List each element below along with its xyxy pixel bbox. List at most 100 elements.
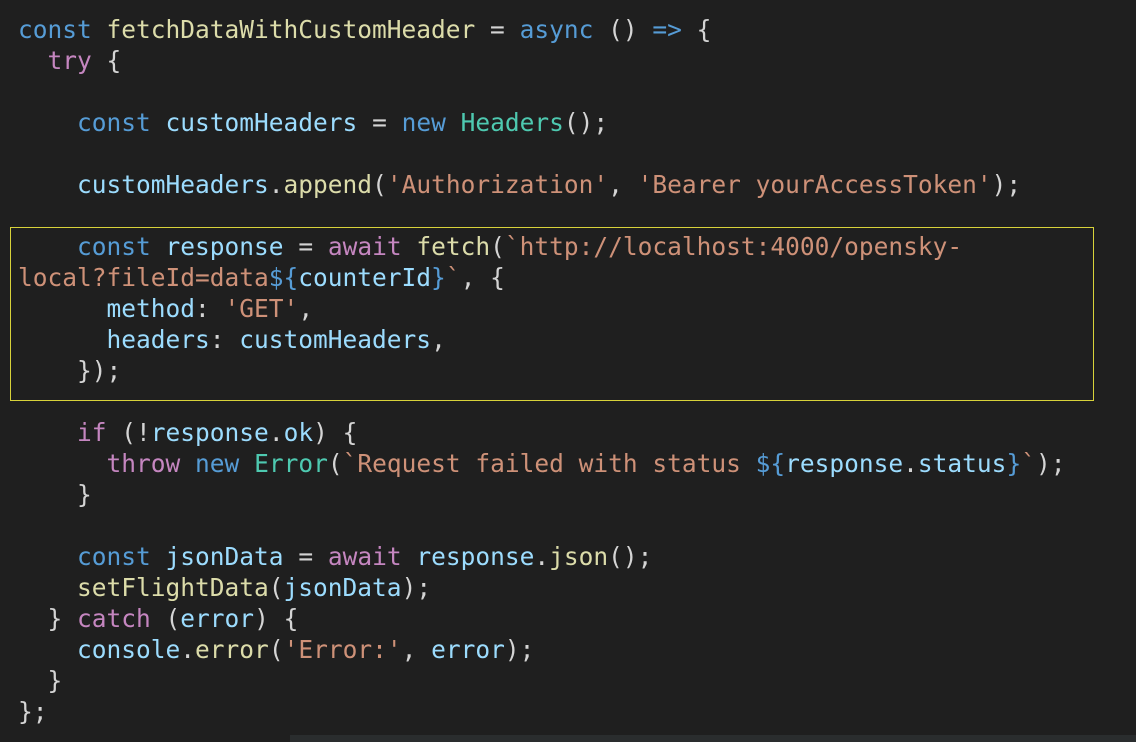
code-token: ) { <box>313 418 358 447</box>
code-token: Error <box>254 449 328 478</box>
code-token: `Request failed with status <box>342 449 756 478</box>
code-token: ); <box>991 170 1022 199</box>
code-token: await <box>327 542 402 571</box>
code-token: jsonData <box>283 573 402 602</box>
code-token: ( <box>327 449 343 478</box>
code-line: } catch (error) { <box>18 603 1065 634</box>
code-line: const customHeaders = new Headers(); <box>18 107 1065 138</box>
code-token: ) { <box>254 604 299 633</box>
code-token: async <box>519 15 594 44</box>
code-token: customHeaders <box>165 108 358 137</box>
code-token: (! <box>106 418 151 447</box>
code-token: (); <box>608 542 653 571</box>
code-token: } <box>431 263 446 292</box>
code-token: () <box>593 15 653 44</box>
code-token: customHeaders <box>239 325 432 354</box>
code-token: }; <box>18 697 48 726</box>
code-token: catch <box>77 604 151 633</box>
code-token: ( <box>372 170 387 199</box>
code-token: 'Bearer yourAccessToken' <box>637 170 992 199</box>
code-token: = <box>357 108 402 137</box>
code-token: ( <box>268 635 284 664</box>
code-token: 'Error:' <box>283 635 402 664</box>
code-line: } <box>18 665 1065 696</box>
code-token: fetch <box>416 232 491 261</box>
code-token: json <box>549 542 609 571</box>
code-token: ( <box>490 232 505 261</box>
code-token: 'Authorization' <box>386 170 609 199</box>
code-token: throw <box>106 449 181 478</box>
code-token: ( <box>268 573 284 602</box>
code-token: ); <box>401 573 432 602</box>
code-editor[interactable]: const fetchDataWithCustomHeader = async … <box>0 0 1136 742</box>
code-token: const <box>77 542 151 571</box>
code-token: headers <box>106 325 210 354</box>
code-token: { <box>681 15 712 44</box>
code-token: ${ <box>755 449 786 478</box>
code-token: } <box>18 604 78 633</box>
code-token: response <box>150 418 269 447</box>
code-token: status <box>917 449 1007 478</box>
code-token: . <box>268 170 284 199</box>
code-token: setFlightData <box>77 573 269 602</box>
code-token: { <box>91 46 122 75</box>
code-line: }; <box>18 696 1065 727</box>
code-token: response <box>785 449 904 478</box>
horizontal-scrollbar[interactable] <box>290 735 1136 742</box>
code-line: setFlightData(jsonData); <box>18 572 1065 603</box>
code-token: const <box>77 108 151 137</box>
code-line: method: 'GET', <box>18 293 1065 324</box>
code-line: headers: customHeaders, <box>18 324 1065 355</box>
code-line: const fetchDataWithCustomHeader = async … <box>18 14 1065 45</box>
code-token: = <box>475 15 520 44</box>
code-line: if (!response.ok) { <box>18 417 1065 448</box>
code-token: local?fileId=data <box>18 263 269 292</box>
code-token: error <box>180 604 255 633</box>
code-token: . <box>903 449 918 478</box>
code-token: = <box>283 232 328 261</box>
code-line: const jsonData = await response.json(); <box>18 541 1065 572</box>
code-block[interactable]: const fetchDataWithCustomHeader = async … <box>18 14 1065 727</box>
code-token: , <box>431 325 446 354</box>
code-token: ( <box>150 604 181 633</box>
code-line: try { <box>18 45 1065 76</box>
code-token: new <box>401 108 446 137</box>
code-line: }); <box>18 355 1065 386</box>
code-token: counterId <box>298 263 432 292</box>
code-token: = <box>283 542 328 571</box>
code-line: customHeaders.append('Authorization', 'B… <box>18 169 1065 200</box>
code-token: error <box>431 635 505 664</box>
code-token: => <box>652 15 682 44</box>
code-token: ok <box>283 418 314 447</box>
code-token: method <box>106 294 196 323</box>
code-token: , { <box>460 263 505 292</box>
code-token: (); <box>563 108 609 137</box>
code-token: error <box>195 635 269 664</box>
code-token: , <box>401 635 432 664</box>
code-token: `http://localhost:4000/opensky- <box>504 232 963 261</box>
code-token: customHeaders <box>77 170 269 199</box>
code-token: , <box>298 294 314 323</box>
code-token: const <box>18 15 92 44</box>
code-token: new <box>195 449 240 478</box>
